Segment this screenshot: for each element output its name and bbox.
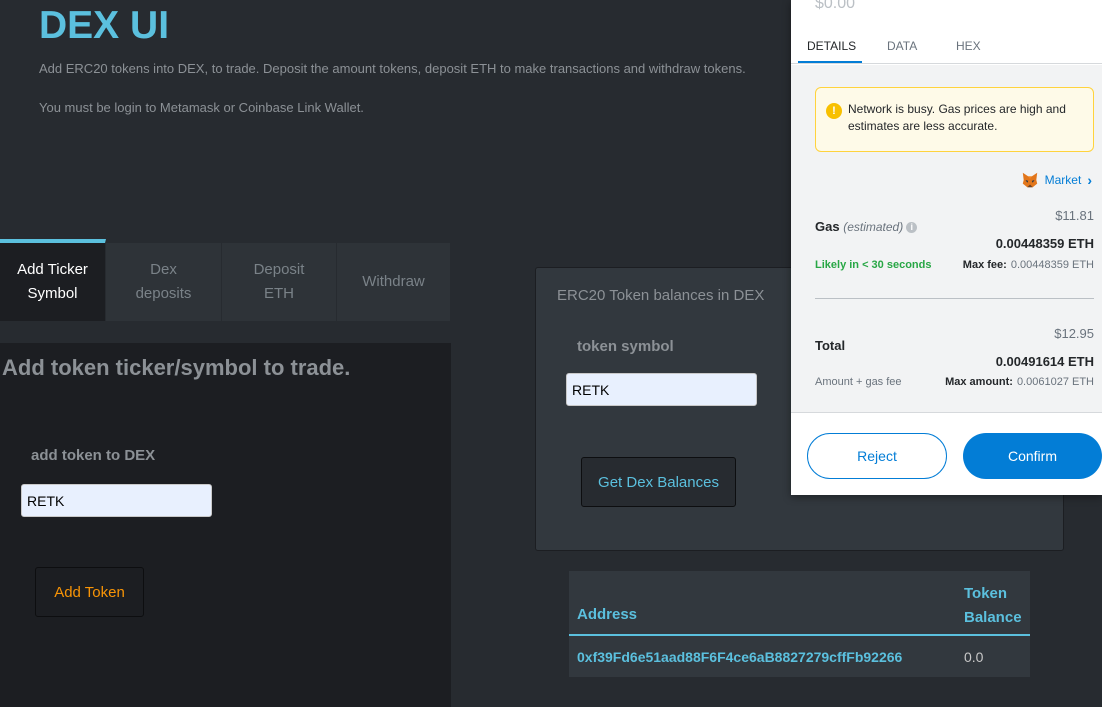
table-cell-balance: 0.0: [964, 649, 984, 665]
amount-gas-fee-label: Amount + gas fee: [815, 376, 902, 388]
tab-data[interactable]: DATA: [887, 39, 917, 53]
tab-label: ETH: [263, 285, 294, 302]
tab-label: Add Ticker: [17, 261, 88, 278]
total-label: Total: [815, 338, 846, 353]
column-header-address: Address: [577, 606, 638, 623]
add-token-heading: Add token ticker/symbol to trade.: [2, 355, 351, 380]
estimated-time: Likely in < 30 seconds: [815, 259, 932, 271]
max-fee: Max fee: 0.00448359 ETH: [963, 259, 1094, 271]
metamask-tab-bar: DETAILS DATA HEX: [791, 34, 1102, 64]
max-amount-label: Max amount:: [945, 376, 1013, 388]
login-note: You must be login to Metamask or Coinbas…: [39, 100, 364, 115]
tab-label: Dex: [150, 261, 177, 278]
column-header-label: Balance: [964, 609, 1022, 626]
max-fee-label: Max fee:: [962, 259, 1007, 271]
tab-hex[interactable]: HEX: [956, 39, 981, 53]
token-symbol-label: token symbol: [577, 338, 674, 355]
max-fee-value: 0.00448359 ETH: [1010, 259, 1094, 271]
tab-label: Deposit: [253, 261, 305, 278]
gas-estimated: (estimated): [843, 220, 904, 234]
token-balances-title: ERC20 Token balances in DEX: [557, 287, 765, 304]
warning-icon: !: [826, 103, 842, 119]
tab-dex-deposits[interactable]: Dex deposits: [106, 243, 222, 321]
add-token-input[interactable]: [21, 484, 212, 517]
tab-label: Withdraw: [362, 273, 425, 290]
chevron-right-icon: ›: [1087, 172, 1092, 188]
transaction-details: ! Network is busy. Gas prices are high a…: [791, 65, 1102, 412]
tab-bar: Add Ticker Symbol Dex deposits Deposit ETH …: [0, 239, 451, 321]
add-token-button[interactable]: Add Token: [35, 567, 144, 617]
active-tab-indicator: [798, 61, 862, 63]
max-amount-value: 0.0061027 ETH: [1016, 376, 1094, 388]
confirm-button[interactable]: Confirm: [963, 433, 1102, 479]
token-symbol-input[interactable]: [566, 373, 757, 406]
info-icon[interactable]: i: [906, 222, 918, 233]
network-busy-warning: ! Network is busy. Gas prices are high a…: [815, 87, 1094, 152]
fiat-value: $0.00: [815, 0, 856, 12]
column-header-token-balance: Token Balance: [964, 582, 1022, 630]
tab-label: Symbol: [27, 285, 78, 302]
tab-details[interactable]: DETAILS: [807, 39, 856, 53]
gas-fiat: $11.81: [1055, 208, 1094, 223]
balances-table: Address Token Balance 0xf39Fd6e51aad88F6…: [569, 571, 1030, 677]
tab-add-ticker-symbol[interactable]: Add Ticker Symbol: [0, 239, 106, 321]
metamask-popup: $0.00 DETAILS DATA HEX ! Network is busy…: [791, 0, 1102, 495]
table-cell-address: 0xf39Fd6e51aad88F6F4ce6aB8827279cffFb922…: [577, 649, 903, 665]
market-label: Market: [1044, 173, 1082, 187]
gas-market-selector[interactable]: Market ›: [1021, 171, 1092, 189]
gas-title: Gas: [815, 219, 840, 234]
warning-text: Network is busy. Gas prices are high and…: [848, 102, 1066, 133]
total-fiat: $12.95: [1054, 326, 1094, 341]
tab-deposit-eth[interactable]: Deposit ETH: [222, 243, 337, 321]
add-token-label: add token to DEX: [31, 447, 156, 464]
reject-button[interactable]: Reject: [807, 433, 947, 479]
column-header-label: Token: [964, 585, 1008, 602]
page-title: DEX UI: [39, 4, 170, 47]
header-divider: [569, 634, 1030, 636]
divider: [815, 298, 1094, 299]
add-token-panel: Add token ticker/symbol to trade. add to…: [0, 343, 451, 707]
total-eth: 0.00491614 ETH: [995, 354, 1094, 369]
get-dex-balances-button[interactable]: Get Dex Balances: [581, 457, 736, 507]
gas-label: Gas (estimated) i: [815, 219, 918, 234]
tab-withdraw[interactable]: Withdraw: [337, 243, 451, 321]
gas-eth: 0.00448359 ETH: [995, 236, 1094, 251]
page-description: Add ERC20 tokens into DEX, to trade. Dep…: [39, 61, 746, 76]
tab-label: deposits: [135, 285, 192, 302]
metamask-fox-icon: [1022, 172, 1037, 188]
metamask-footer: Reject Confirm: [791, 412, 1102, 495]
max-amount: Max amount: 0.0061027 ETH: [945, 376, 1094, 388]
